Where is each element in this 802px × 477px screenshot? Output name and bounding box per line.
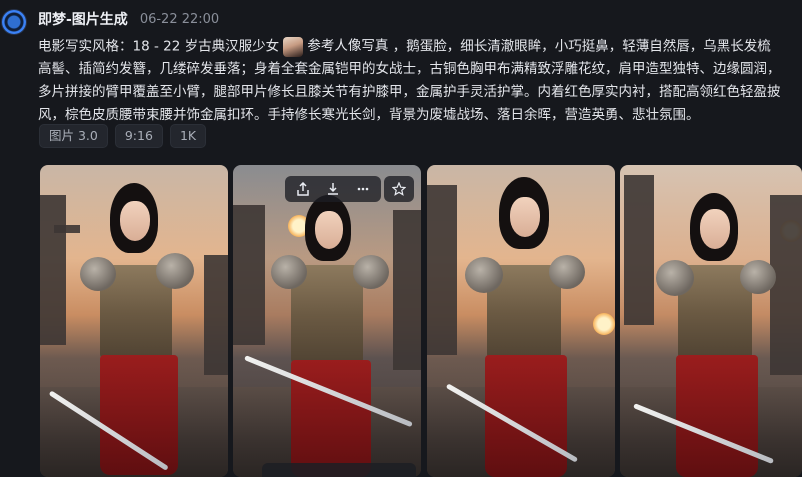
more-icon[interactable] (349, 177, 377, 201)
resolution-tag[interactable]: 1K (169, 124, 207, 148)
prompt-line-1-start: 电影写实风格：18 - 22 岁古典汉服少女 (38, 38, 280, 55)
generation-tags: 图片 3.0 9:16 1K (39, 124, 207, 148)
prompt-line: 电影写实风格：18 - 22 岁古典汉服少女 参考人像写真 ，鹅蛋脸，细长清澈眼… (38, 35, 802, 58)
prompt-line-1-end: ，鹅蛋脸，细长清澈眼眸，小巧挺鼻，轻薄自然唇，乌黑长发梳 (392, 38, 771, 55)
generated-image-1[interactable] (40, 165, 228, 477)
image-bottom-toolbar (262, 463, 416, 477)
app-name: 即梦-图片生成 (38, 12, 128, 28)
app-avatar-icon (2, 10, 26, 34)
share-icon[interactable] (289, 177, 317, 201)
download-icon[interactable] (319, 177, 347, 201)
prompt-line-3: 多片拼接的臂甲覆盖至小臂，腿部甲片修长且膝关节有护膝甲，金属护手灵活护掌。内着红… (38, 84, 781, 100)
reference-label: 参考人像写真 (307, 38, 389, 54)
prompt-line-2: 高髻、插简约发簪，几缕碎发垂落；身着全套金属铠甲的女战士，古铜色胸甲布满精致浮雕… (38, 61, 781, 77)
prompt-text: 电影写实风格：18 - 22 岁古典汉服少女 参考人像写真 ，鹅蛋脸，细长清澈眼… (38, 35, 802, 127)
timestamp: 06-22 22:00 (139, 11, 220, 27)
reference-image-chip[interactable]: 参考人像写真 (283, 35, 388, 58)
generated-image-4[interactable] (620, 165, 802, 477)
message-header: 即梦-图片生成 06-22 22:00 (38, 9, 219, 29)
image-hover-toolbar (285, 176, 381, 202)
generated-image-3[interactable] (427, 165, 615, 477)
generated-image-2[interactable] (233, 165, 421, 477)
reference-thumbnail (283, 36, 304, 57)
model-tag[interactable]: 图片 3.0 (39, 124, 108, 148)
ratio-tag[interactable]: 9:16 (114, 124, 163, 148)
star-icon[interactable] (384, 176, 414, 202)
